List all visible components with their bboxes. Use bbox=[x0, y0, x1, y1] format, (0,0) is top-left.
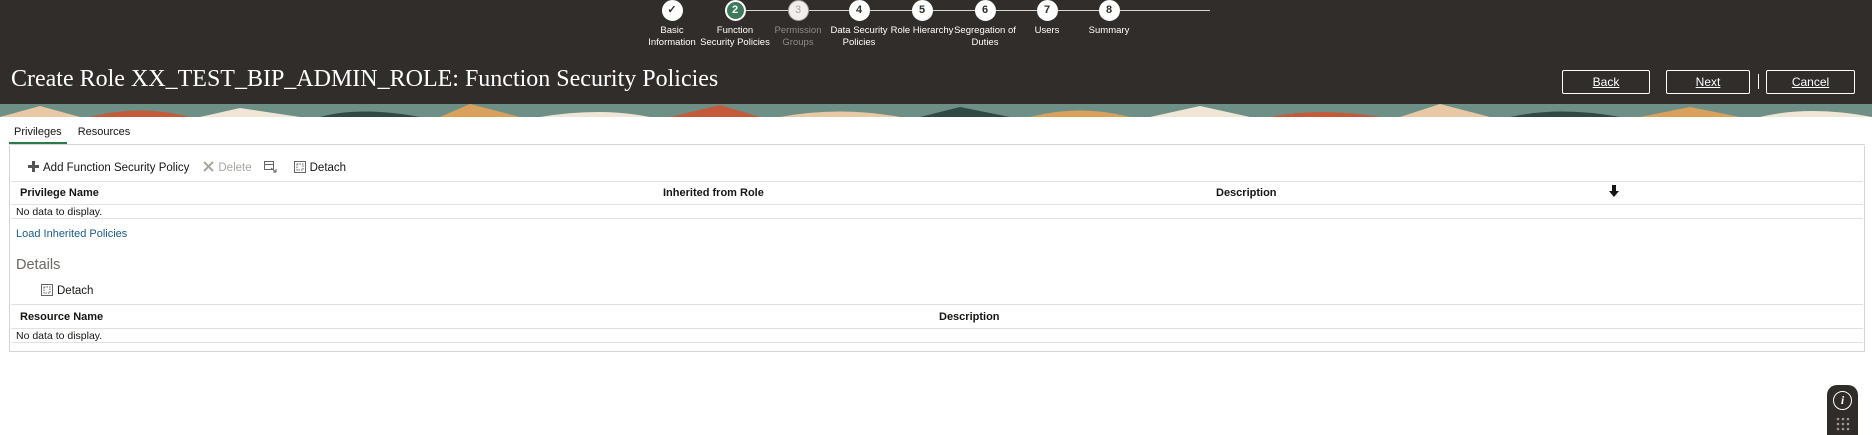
next-button[interactable]: Next bbox=[1666, 70, 1750, 94]
details-header-top-rule bbox=[11, 304, 1863, 305]
column-header-description[interactable]: Description bbox=[1216, 187, 1277, 199]
table-bottom-rule bbox=[11, 218, 1863, 219]
train-step-8[interactable]: 8 Summary bbox=[1064, 0, 1154, 37]
train-step-number: 3 bbox=[787, 0, 809, 21]
back-button[interactable]: Back bbox=[1562, 70, 1650, 94]
detach-label: Detach bbox=[309, 161, 347, 174]
delete-label: Delete bbox=[218, 161, 252, 174]
detach-button[interactable]: Detach bbox=[293, 160, 347, 175]
details-toolbar: Detach bbox=[40, 282, 105, 299]
column-header-privilege-name[interactable]: Privilege Name bbox=[20, 187, 99, 199]
freeze-button[interactable] bbox=[264, 160, 281, 175]
grid-icon bbox=[1836, 417, 1850, 431]
load-inherited-policies-link[interactable]: Load Inherited Policies bbox=[16, 228, 127, 240]
plus-icon bbox=[26, 160, 40, 175]
tab-privileges[interactable]: Privileges bbox=[9, 124, 67, 144]
checkmark-icon: ✓ bbox=[661, 0, 683, 21]
tab-divider bbox=[9, 144, 1865, 145]
details-heading: Details bbox=[16, 257, 61, 273]
column-header-inherited-from-role[interactable]: Inherited from Role bbox=[663, 187, 764, 199]
train-step-number: 4 bbox=[848, 0, 870, 21]
details-detach-label: Detach bbox=[57, 284, 94, 297]
privileges-panel bbox=[9, 146, 1865, 352]
cancel-button[interactable]: Cancel bbox=[1766, 70, 1855, 94]
train-step-label: Summary bbox=[1064, 25, 1154, 37]
train-step-number: 6 bbox=[974, 0, 996, 21]
page-title: Create Role XX_TEST_BIP_ADMIN_ROLE: Func… bbox=[11, 66, 719, 92]
details-bottom-rule bbox=[11, 342, 1863, 343]
table-header-top-rule bbox=[11, 181, 1863, 182]
train-step-number: 5 bbox=[911, 0, 933, 21]
sort-down-icon[interactable] bbox=[1608, 185, 1620, 199]
button-separator bbox=[1758, 74, 1759, 89]
privileges-empty-text: No data to display. bbox=[16, 206, 103, 218]
train-step-label-line1: Summary bbox=[1088, 25, 1130, 36]
tab-resources[interactable]: Resources bbox=[73, 124, 136, 144]
info-icon[interactable]: i bbox=[1833, 391, 1852, 410]
help-widget[interactable]: i bbox=[1827, 385, 1858, 435]
detach-icon bbox=[293, 160, 307, 175]
add-function-security-policy-button[interactable]: Add Function Security Policy bbox=[26, 160, 190, 175]
table-header-bottom-rule bbox=[11, 204, 1863, 205]
decorative-banner bbox=[0, 104, 1872, 117]
train-step-number: 7 bbox=[1036, 0, 1058, 21]
page-header: ✓ Basic Information 2 Function Security Polic… bbox=[0, 0, 1872, 117]
x-icon bbox=[201, 160, 215, 175]
details-empty-text: No data to display. bbox=[16, 330, 103, 342]
privileges-toolbar: Add Function Security Policy Delete Deta… bbox=[26, 159, 358, 176]
tab-bar: Privileges Resources bbox=[9, 124, 141, 144]
train-step-number: 2 bbox=[724, 0, 746, 21]
details-header-bottom-rule bbox=[11, 328, 1863, 329]
add-function-security-policy-label: Add Function Security Policy bbox=[43, 161, 190, 174]
delete-button[interactable]: Delete bbox=[201, 160, 252, 175]
freeze-columns-icon bbox=[264, 160, 278, 175]
train-step-number: 8 bbox=[1098, 0, 1120, 21]
process-train: ✓ Basic Information 2 Function Security Polic… bbox=[0, 0, 1872, 56]
train-step-label-line2: Policies bbox=[842, 37, 876, 48]
column-header-resource-description[interactable]: Description bbox=[939, 311, 1000, 323]
details-detach-button[interactable]: Detach bbox=[40, 283, 94, 298]
column-header-resource-name[interactable]: Resource Name bbox=[20, 311, 103, 323]
detach-icon bbox=[40, 283, 54, 298]
train-step-label-line2: Duties bbox=[971, 37, 999, 48]
